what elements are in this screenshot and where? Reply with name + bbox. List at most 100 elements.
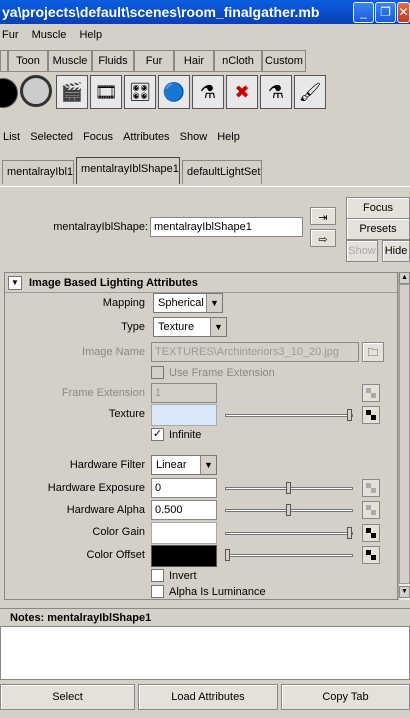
mapping-dropdown[interactable]: Spherical ▼ (153, 293, 223, 313)
collapse-arrow-icon[interactable]: ▼ (8, 276, 22, 290)
hardware-alpha-label: Hardware Alpha (66, 504, 145, 516)
use-frame-extension-checkbox[interactable] (151, 366, 164, 379)
menu-attributes[interactable]: Attributes (123, 131, 169, 143)
map-button-icon[interactable] (362, 524, 380, 542)
map-button-icon[interactable] (362, 546, 380, 564)
menu-selected[interactable]: Selected (30, 131, 73, 143)
shelf-tab-fluids[interactable]: Fluids (92, 50, 134, 72)
infinite-checkbox[interactable]: ✓ (151, 428, 164, 441)
shelf-tab-partial[interactable] (0, 50, 8, 72)
folder-icon[interactable]: 🗀 (362, 342, 384, 362)
shelf-tab-hair[interactable]: Hair (174, 50, 214, 72)
map-button-icon[interactable] (362, 479, 380, 497)
slider-thumb[interactable] (286, 482, 291, 494)
chevron-down-icon: ▼ (200, 456, 216, 474)
color-offset-label: Color Offset (86, 549, 146, 561)
node-name-label: mentalrayIblShape: (53, 221, 148, 233)
node-name-field[interactable]: mentalrayIblShape1 (150, 217, 303, 237)
show-button[interactable]: Show (346, 240, 378, 262)
menu-list[interactable]: List (3, 131, 20, 143)
menu-muscle[interactable]: Muscle (32, 29, 67, 41)
slider-thumb[interactable] (225, 549, 230, 561)
menu-fur[interactable]: Fur (2, 29, 19, 41)
hardware-exposure-field[interactable]: 0 (151, 478, 217, 498)
map-button-icon[interactable] (362, 384, 380, 402)
shelf-tab-fur[interactable]: Fur (134, 50, 174, 72)
output-connections-icon[interactable]: ⇨ (310, 229, 336, 247)
color-gain-slider[interactable] (225, 527, 353, 539)
scroll-up-icon[interactable]: ▲ (399, 272, 410, 284)
frame-extension-label: Frame Extension (61, 387, 145, 399)
slider-thumb[interactable] (347, 527, 352, 539)
map-button-icon[interactable] (362, 406, 380, 424)
input-connections-icon[interactable]: ⇥ (310, 207, 336, 225)
slider-thumb[interactable] (286, 504, 291, 516)
grey-sphere-icon[interactable] (20, 75, 52, 107)
texture-slider[interactable] (225, 409, 353, 421)
restore-button[interactable]: ❐ (375, 2, 396, 23)
scroll-down-icon[interactable]: ▼ (399, 586, 410, 598)
section-header[interactable]: Image Based Lighting Attributes (5, 273, 397, 293)
shelf-tabs: Toon Muscle Fluids Fur Hair nCloth Custo… (0, 50, 410, 72)
ipr-render-icon[interactable]: 🎞 (90, 75, 122, 109)
delete-shader-icon[interactable]: ✖ (226, 75, 258, 109)
alpha-is-luminance-label: Alpha Is Luminance (169, 586, 266, 598)
attribute-editor-menubar: List Selected Focus Attributes Show Help (0, 127, 410, 147)
color-gain-label: Color Gain (92, 526, 145, 538)
shelf-tab-custom[interactable]: Custom (262, 50, 306, 72)
copy-tab-button[interactable]: Copy Tab (281, 684, 410, 710)
frame-extension-field[interactable]: 1 (151, 383, 217, 403)
flask-icon[interactable]: ⚗ (260, 75, 292, 109)
hardware-filter-dropdown[interactable]: Linear ▼ (151, 455, 217, 475)
shelf-tab-muscle[interactable]: Muscle (48, 50, 92, 72)
render-view-icon[interactable]: 🎬 (56, 75, 88, 109)
scroll-thumb[interactable] (399, 284, 410, 584)
vertical-scrollbar[interactable]: ▲ ▼ (398, 272, 410, 600)
close-button[interactable]: ✕ (397, 2, 410, 23)
select-button[interactable]: Select (0, 684, 135, 710)
load-attributes-button[interactable]: Load Attributes (138, 684, 278, 710)
color-offset-swatch[interactable] (151, 545, 217, 567)
shelf-tab-ncloth[interactable]: nCloth (214, 50, 262, 72)
slider-track (225, 554, 353, 557)
hardware-alpha-slider[interactable] (225, 504, 353, 516)
alpha-is-luminance-checkbox[interactable] (151, 585, 164, 598)
type-dropdown[interactable]: Texture ▼ (153, 317, 227, 337)
render-globals-icon[interactable]: 🔵 (158, 75, 190, 109)
image-name-label: Image Name (82, 346, 145, 358)
hardware-filter-value: Linear (156, 459, 187, 471)
menu-help[interactable]: Help (79, 29, 102, 41)
shelf-tab-toon[interactable]: Toon (8, 50, 48, 72)
presets-button[interactable]: Presets (346, 218, 410, 240)
notes-textarea[interactable] (0, 626, 410, 680)
type-value: Texture (158, 321, 195, 333)
slider-thumb[interactable] (347, 409, 352, 421)
texture-label: Texture (108, 408, 145, 420)
texture-swatch[interactable] (151, 404, 217, 426)
shader-flask-icon[interactable]: ⚗ (192, 75, 224, 109)
hardware-exposure-slider[interactable] (225, 482, 353, 494)
menu-ae-help[interactable]: Help (217, 131, 240, 143)
invert-checkbox[interactable] (151, 569, 164, 582)
menu-show[interactable]: Show (180, 131, 208, 143)
focus-button[interactable]: Focus (346, 197, 410, 219)
color-gain-swatch[interactable] (151, 522, 217, 544)
render-settings-icon[interactable]: 🎛 (124, 75, 156, 109)
window-title: ya\projects\default\scenes\room_finalgat… (2, 4, 320, 20)
hardware-alpha-field[interactable]: 0.500 (151, 500, 217, 520)
hardware-filter-label: Hardware Filter (69, 459, 145, 471)
image-name-field[interactable]: TEXTURES\Archinteriors3_10_20.jpg (151, 342, 359, 362)
color-offset-slider[interactable] (225, 549, 353, 561)
node-tabs: mentalrayIbl1 mentalrayIblShape1 default… (0, 157, 410, 185)
minimize-button[interactable]: _ (353, 2, 374, 23)
hide-button[interactable]: Hide (382, 240, 410, 262)
tab-defaultlightset[interactable]: defaultLightSet (182, 160, 262, 184)
black-sphere-icon[interactable] (0, 78, 18, 108)
paint-effects-icon[interactable]: 🖌 (294, 75, 326, 109)
ibl-attributes-frame: Image Based Lighting Attributes ▼ Mappin… (4, 272, 398, 600)
map-button-icon[interactable] (362, 501, 380, 519)
section-title: Image Based Lighting Attributes (29, 277, 198, 289)
tab-mentalrayibl1[interactable]: mentalrayIbl1 (2, 160, 74, 184)
menu-focus[interactable]: Focus (83, 131, 113, 143)
tab-mentalrayiblshape1[interactable]: mentalrayIblShape1 (76, 157, 180, 184)
